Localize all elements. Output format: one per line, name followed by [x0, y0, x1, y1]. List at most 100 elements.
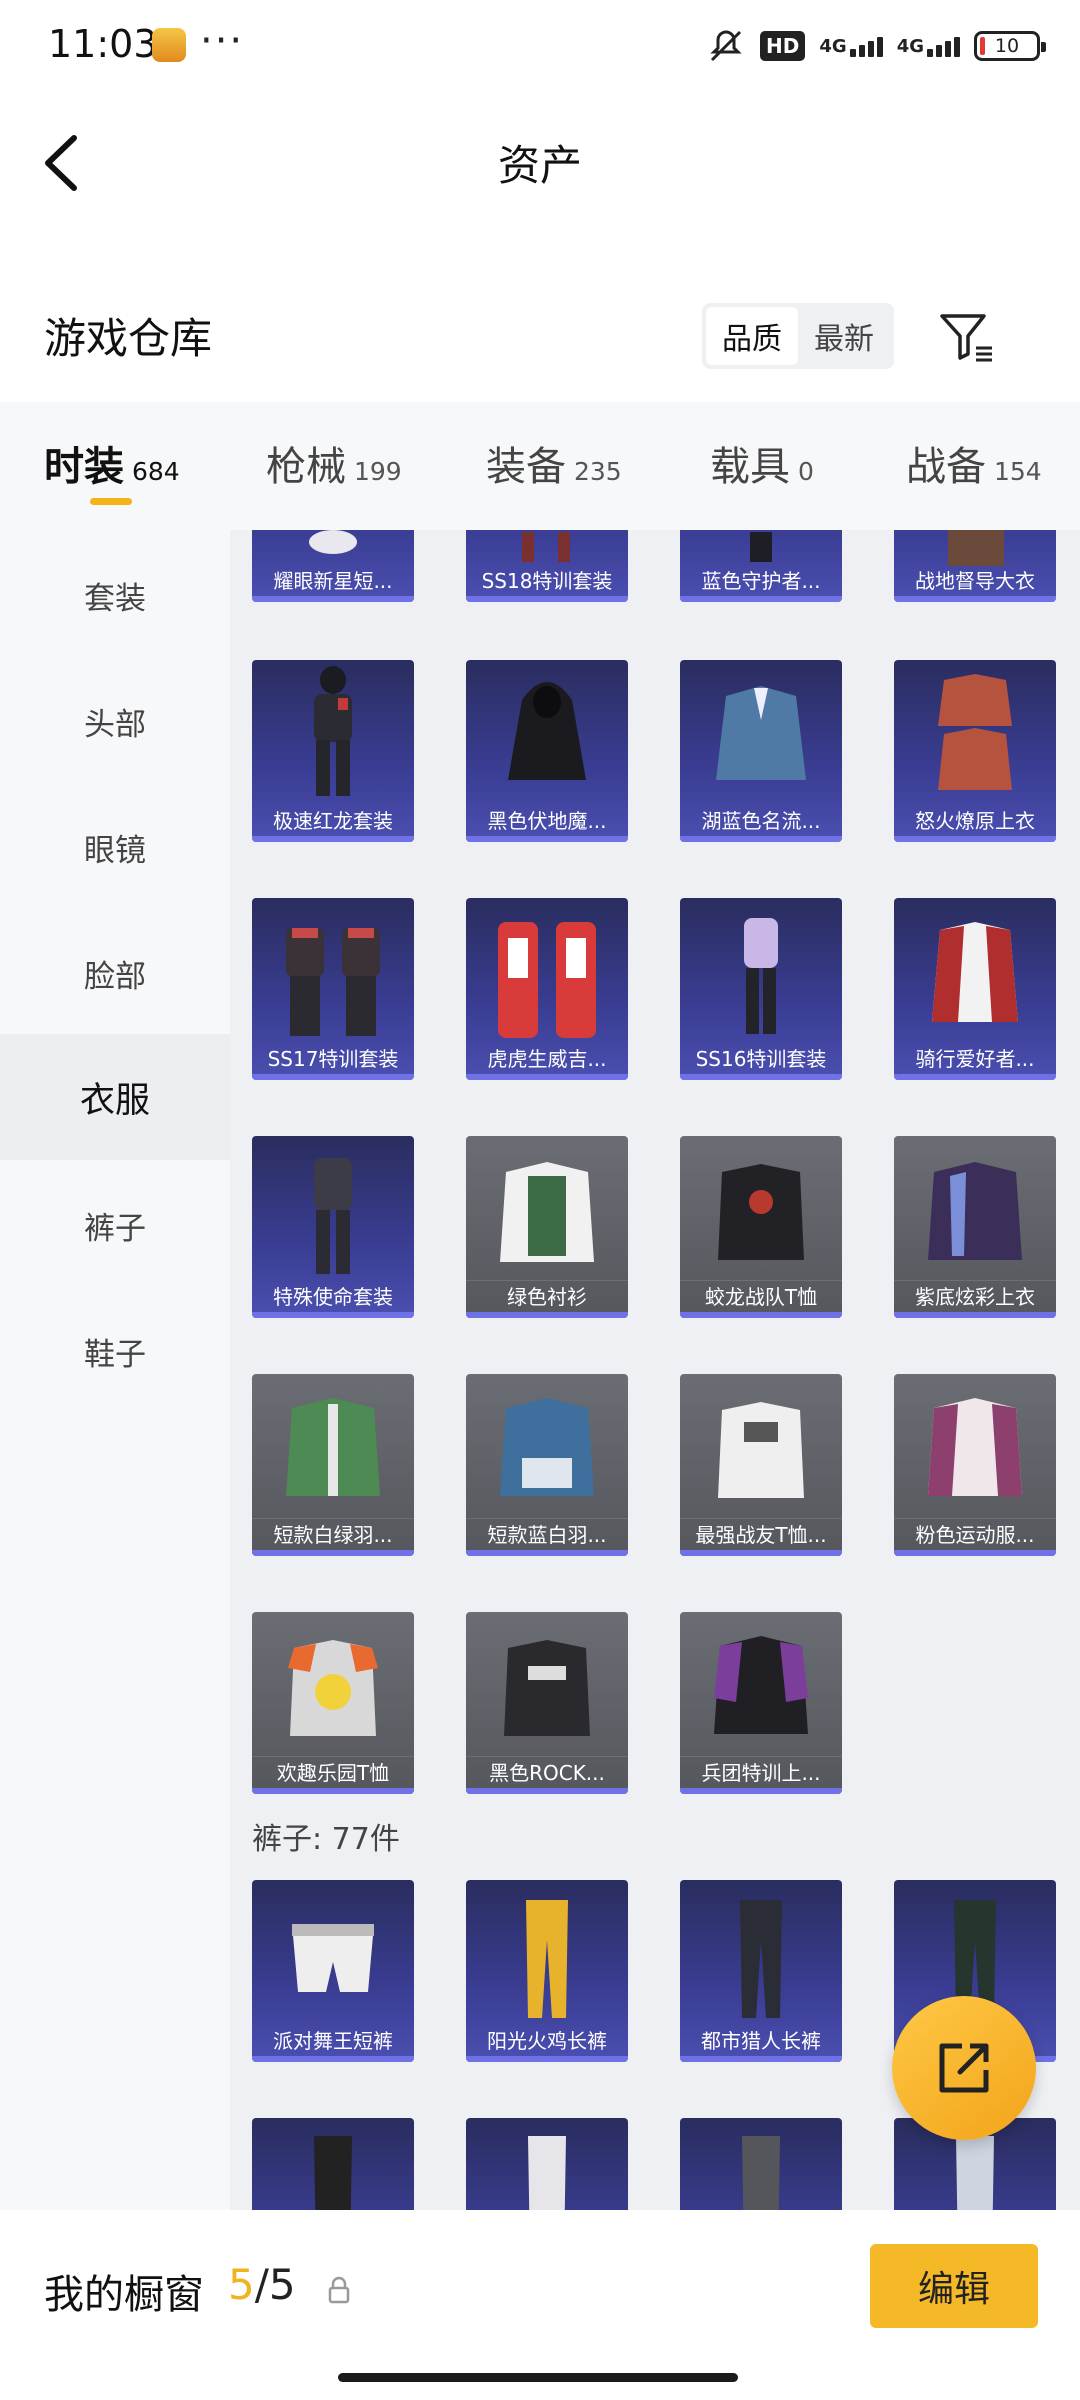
sidebar-item-glasses[interactable]: 眼镜	[0, 784, 230, 910]
item-card[interactable]: 粉色运动服...	[894, 1374, 1056, 1556]
item-card[interactable]: 虎虎生威吉...	[466, 898, 628, 1080]
item-card[interactable]: 短款蓝白羽...	[466, 1374, 628, 1556]
battery-level: 10	[994, 35, 1020, 57]
item-label: 战地督导大衣	[915, 568, 1035, 593]
hd-voice-icon: HD	[760, 31, 806, 61]
filter-icon[interactable]	[938, 310, 996, 364]
item-label: 都市猎人长裤	[701, 2028, 821, 2053]
showcase-count: 5/5	[228, 2260, 296, 2309]
item-card[interactable]: 特殊使命套装	[252, 1136, 414, 1318]
item-label: SS17特训套装	[267, 1046, 399, 1071]
item-thumbnail	[286, 928, 380, 1036]
home-indicator[interactable]	[338, 2373, 738, 2382]
item-card[interactable]: 极速红龙套装	[252, 660, 414, 842]
item-label: 阳光火鸡长裤	[487, 2028, 607, 2053]
item-label: 耀眼新星短...	[273, 568, 393, 593]
item-thumbnail	[286, 1398, 380, 1496]
item-label: 湖蓝色名流...	[701, 808, 821, 833]
section-header-pants: 裤子: 77件	[252, 1822, 400, 1857]
item-thumbnail	[938, 674, 1012, 790]
item-label: 黑色ROCK...	[466, 1756, 628, 1786]
item-thumbnail	[314, 666, 352, 796]
more-notifications-icon: ···	[200, 18, 245, 64]
item-label: 派对舞王短裤	[273, 2028, 393, 2053]
tab-guns[interactable]: 枪械 199	[266, 434, 402, 492]
item-card[interactable]: 绿色衬衫	[466, 1136, 628, 1318]
item-card[interactable]: 都市猎人长裤	[680, 1880, 842, 2062]
signal-icon-2: 4G	[897, 36, 960, 57]
mute-icon	[710, 30, 742, 62]
item-label: 怒火燎原上衣	[915, 808, 1035, 833]
item-card[interactable]: 湖蓝色名流...	[680, 660, 842, 842]
status-bar: 11:03 ··· HD 4G 4G 10	[0, 0, 1080, 92]
item-thumbnail	[932, 922, 1018, 1022]
sort-option-newest[interactable]: 最新	[798, 307, 890, 365]
item-thumbnail	[742, 2136, 780, 2210]
item-card[interactable]: 最强战友T恤...	[680, 1374, 842, 1556]
item-thumbnail	[528, 2136, 566, 2210]
app-notification-icon	[152, 28, 186, 62]
sidebar-item-clothes[interactable]: 衣服	[0, 1034, 230, 1160]
sidebar-item-shoes[interactable]: 鞋子	[0, 1288, 230, 1414]
item-label: 短款白绿羽...	[252, 1518, 414, 1548]
tab-supplies[interactable]: 战备 154	[906, 434, 1042, 492]
item-card[interactable]	[252, 2118, 414, 2210]
item-card[interactable]: 怒火燎原上衣	[894, 660, 1056, 842]
item-card[interactable]: 蛟龙战队T恤	[680, 1136, 842, 1318]
sort-option-quality[interactable]: 品质	[706, 307, 798, 365]
app-root: 11:03 ··· HD 4G 4G 10 资产 游戏仓库 品质 最新 时装 68…	[0, 0, 1080, 2400]
item-card[interactable]: 战地督导大衣	[894, 530, 1056, 602]
item-thumbnail	[498, 922, 596, 1038]
item-thumbnail	[740, 1900, 782, 2018]
share-button[interactable]	[892, 1996, 1036, 2140]
item-grid: 耀眼新星短... SS18特训套装 蓝色守护者... 战地督导大衣 极速红龙套装…	[230, 530, 1080, 2210]
lock-icon	[328, 2276, 350, 2304]
item-card[interactable]: SS18特训套装	[466, 530, 628, 602]
item-card[interactable]: SS16特训套装	[680, 898, 842, 1080]
sidebar-item-pants[interactable]: 裤子	[0, 1162, 230, 1288]
item-thumbnail	[508, 682, 586, 780]
item-card[interactable]: 黑色ROCK...	[466, 1612, 628, 1794]
item-card[interactable]: 派对舞王短裤	[252, 1880, 414, 2062]
sidebar-item-head[interactable]: 头部	[0, 658, 230, 784]
item-label: SS16特训套装	[695, 1046, 827, 1071]
category-tabs: 时装 684 枪械 199 装备 235 载具 0 战备 154	[0, 402, 1080, 530]
item-card[interactable]: 短款白绿羽...	[252, 1374, 414, 1556]
edit-button[interactable]: 编辑	[870, 2244, 1038, 2328]
item-label: 特殊使命套装	[273, 1284, 393, 1309]
item-thumbnail	[928, 1162, 1022, 1260]
item-card[interactable]: 蓝色守护者...	[680, 530, 842, 602]
item-label: 极速红龙套装	[273, 808, 393, 833]
item-card[interactable]: 黑色伏地魔...	[466, 660, 628, 842]
bottom-bar: 我的橱窗 5/5 编辑	[0, 2210, 1080, 2400]
item-card[interactable]: 阳光火鸡长裤	[466, 1880, 628, 2062]
item-card[interactable]: 骑行爱好者...	[894, 898, 1056, 1080]
item-label: SS18特训套装	[481, 568, 613, 593]
item-thumbnail	[314, 2136, 352, 2210]
item-label: 欢趣乐园T恤	[252, 1756, 414, 1786]
sidebar-item-face[interactable]: 脸部	[0, 910, 230, 1036]
item-card[interactable]: 欢趣乐园T恤	[252, 1612, 414, 1794]
item-card[interactable]: SS17特训套装	[252, 898, 414, 1080]
tab-fashion[interactable]: 时装 684	[44, 434, 180, 492]
tab-vehicles[interactable]: 载具 0	[710, 434, 814, 492]
item-thumbnail	[314, 1158, 352, 1274]
item-card[interactable]: 耀眼新星短...	[252, 530, 414, 602]
tab-equipment[interactable]: 装备 235	[486, 434, 622, 492]
share-external-icon	[939, 2043, 989, 2093]
item-card[interactable]: 兵团特训上...	[680, 1612, 842, 1794]
item-card[interactable]	[680, 2118, 842, 2210]
sidebar-item-suits[interactable]: 套装	[0, 532, 230, 658]
item-thumbnail	[928, 1398, 1022, 1496]
item-label: 紫底炫彩上衣	[894, 1280, 1056, 1310]
item-label: 蓝色守护者...	[701, 568, 821, 593]
item-thumbnail	[292, 1924, 374, 1992]
item-label: 最强战友T恤...	[680, 1518, 842, 1548]
item-label: 虎虎生威吉...	[487, 1046, 607, 1071]
item-label: 短款蓝白羽...	[466, 1518, 628, 1548]
item-card[interactable]	[466, 2118, 628, 2210]
page-title: 资产	[497, 141, 582, 190]
item-card[interactable]: 紫底炫彩上衣	[894, 1136, 1056, 1318]
status-indicators: HD 4G 4G 10	[706, 24, 1046, 68]
item-thumbnail	[526, 1900, 568, 2018]
